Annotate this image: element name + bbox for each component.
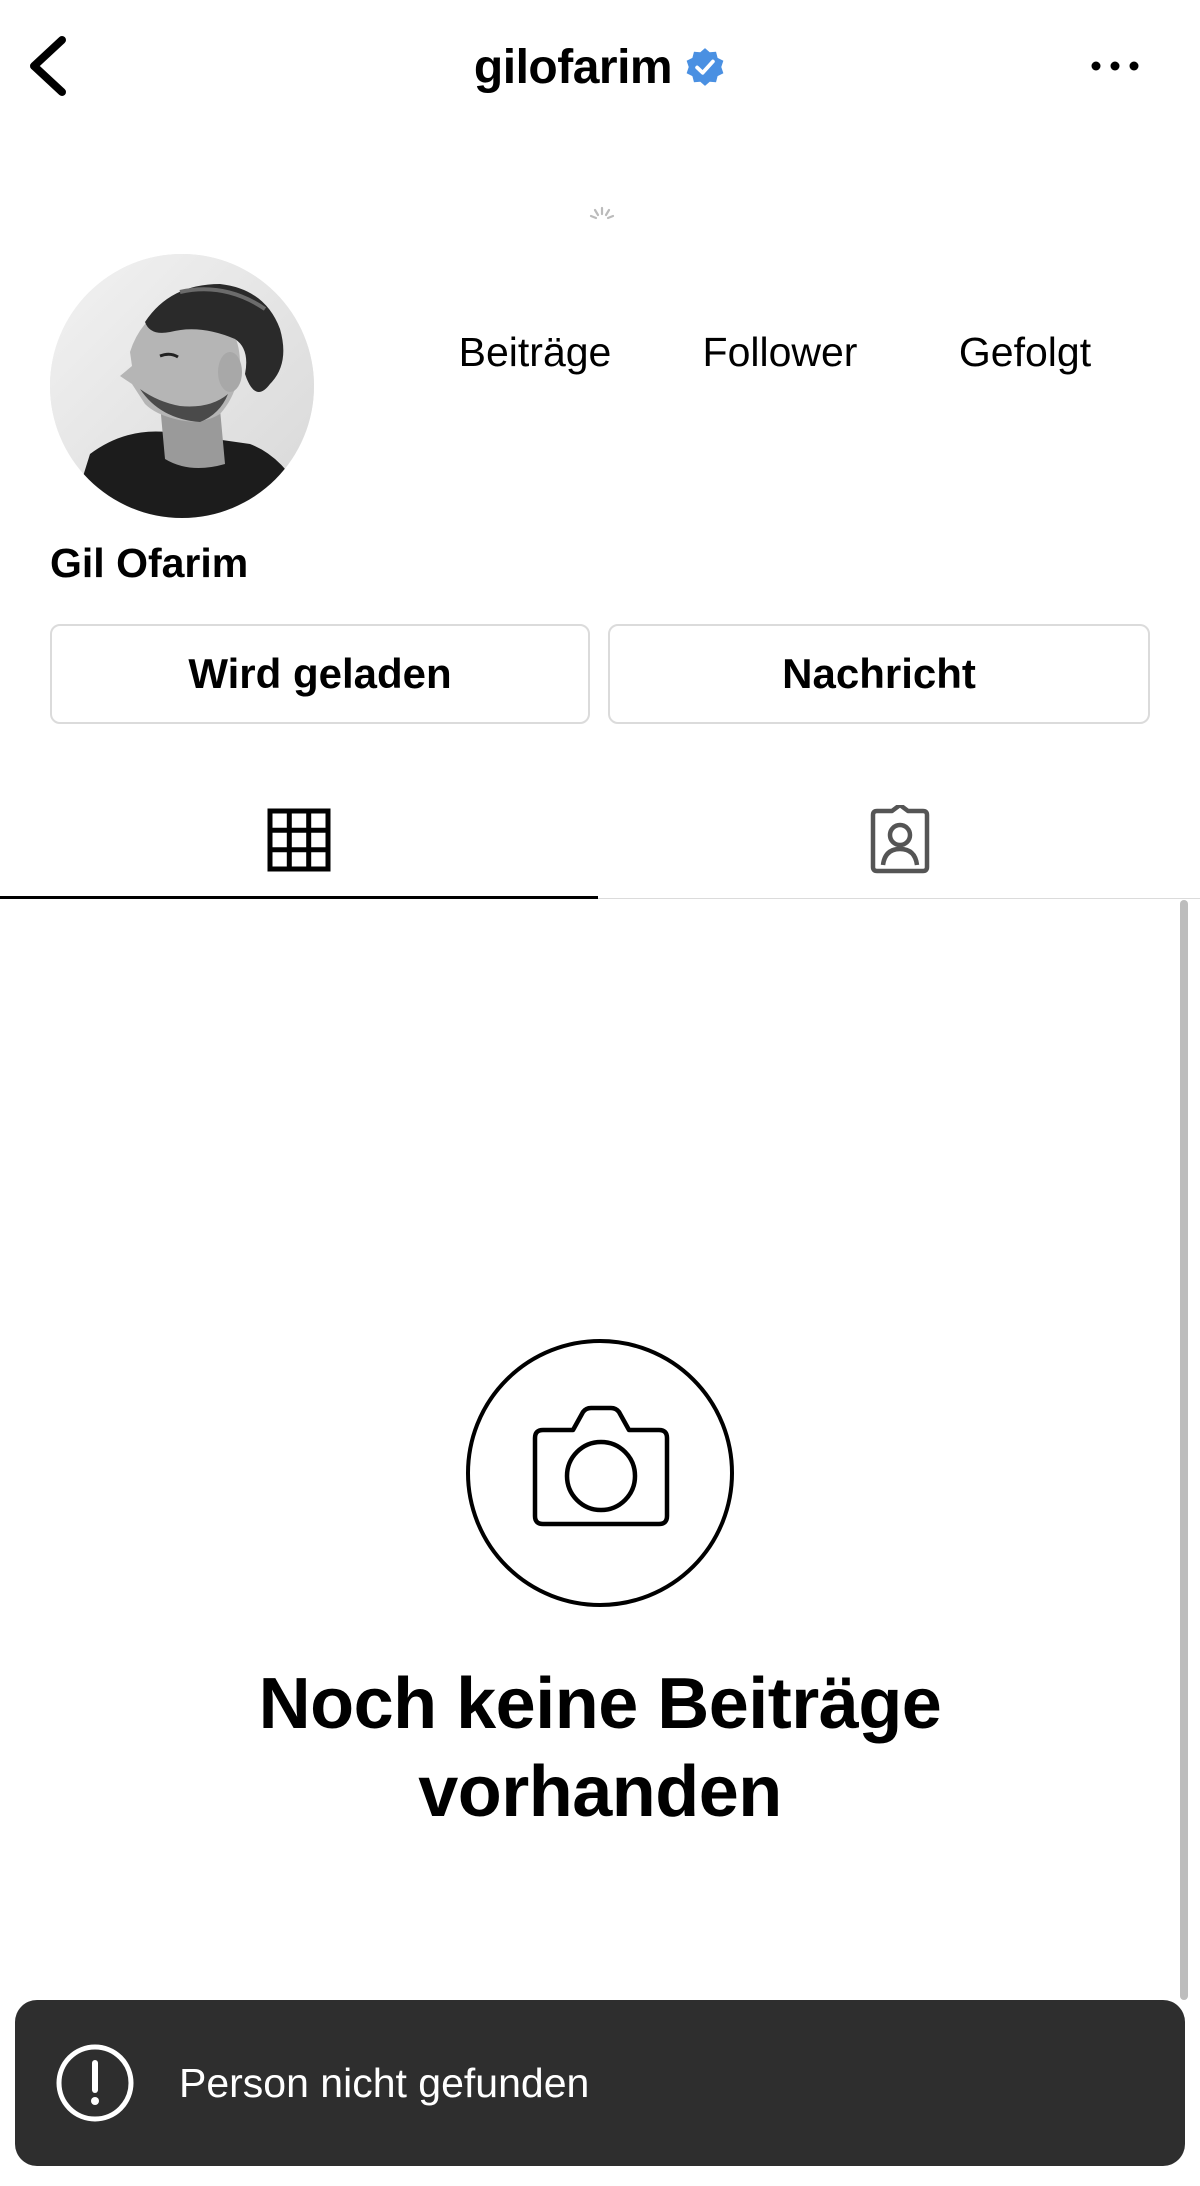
verified-badge-icon [686, 48, 724, 86]
tab-tagged[interactable] [600, 780, 1200, 900]
username-title: gilofarim [473, 40, 673, 94]
tab-posts-grid[interactable] [0, 780, 598, 900]
empty-state-title-line2: vorhanden [418, 1752, 782, 1832]
tagged-person-icon [870, 805, 930, 874]
header-title-bar: gilofarim [0, 32, 1200, 102]
stat-following-label: Gefolgt [958, 328, 1092, 375]
profile-full-name: Gil Ofarim [50, 540, 249, 586]
follow-button[interactable]: Wird geladen [50, 624, 590, 724]
message-button[interactable]: Nachricht [608, 624, 1150, 724]
more-options-button[interactable] [1080, 36, 1150, 96]
stat-following[interactable]: Gefolgt [920, 322, 1130, 382]
stat-followers-label: Follower [702, 328, 858, 375]
active-tab-indicator [0, 896, 598, 899]
alert-circle-icon [56, 2044, 134, 2122]
scrollbar[interactable] [1180, 900, 1188, 2000]
more-horizontal-icon [1091, 61, 1139, 71]
empty-state-title: Noch keine Beiträge vorhanden [150, 1660, 1050, 1836]
stat-posts[interactable]: Beiträge [430, 322, 640, 382]
stat-posts-label: Beiträge [458, 328, 612, 375]
camera-icon [466, 1339, 734, 1607]
tab-divider [598, 898, 1200, 899]
loading-spinner-icon [589, 206, 615, 220]
grid-icon [267, 808, 331, 872]
toast-message: Person nicht gefunden [179, 2059, 590, 2106]
empty-state-title-line1: Noch keine Beiträge [258, 1664, 942, 1744]
profile-avatar[interactable] [50, 254, 314, 518]
stat-followers[interactable]: Follower [680, 322, 880, 382]
avatar-photo [50, 254, 314, 518]
error-toast[interactable]: Person nicht gefunden [15, 2000, 1185, 2166]
